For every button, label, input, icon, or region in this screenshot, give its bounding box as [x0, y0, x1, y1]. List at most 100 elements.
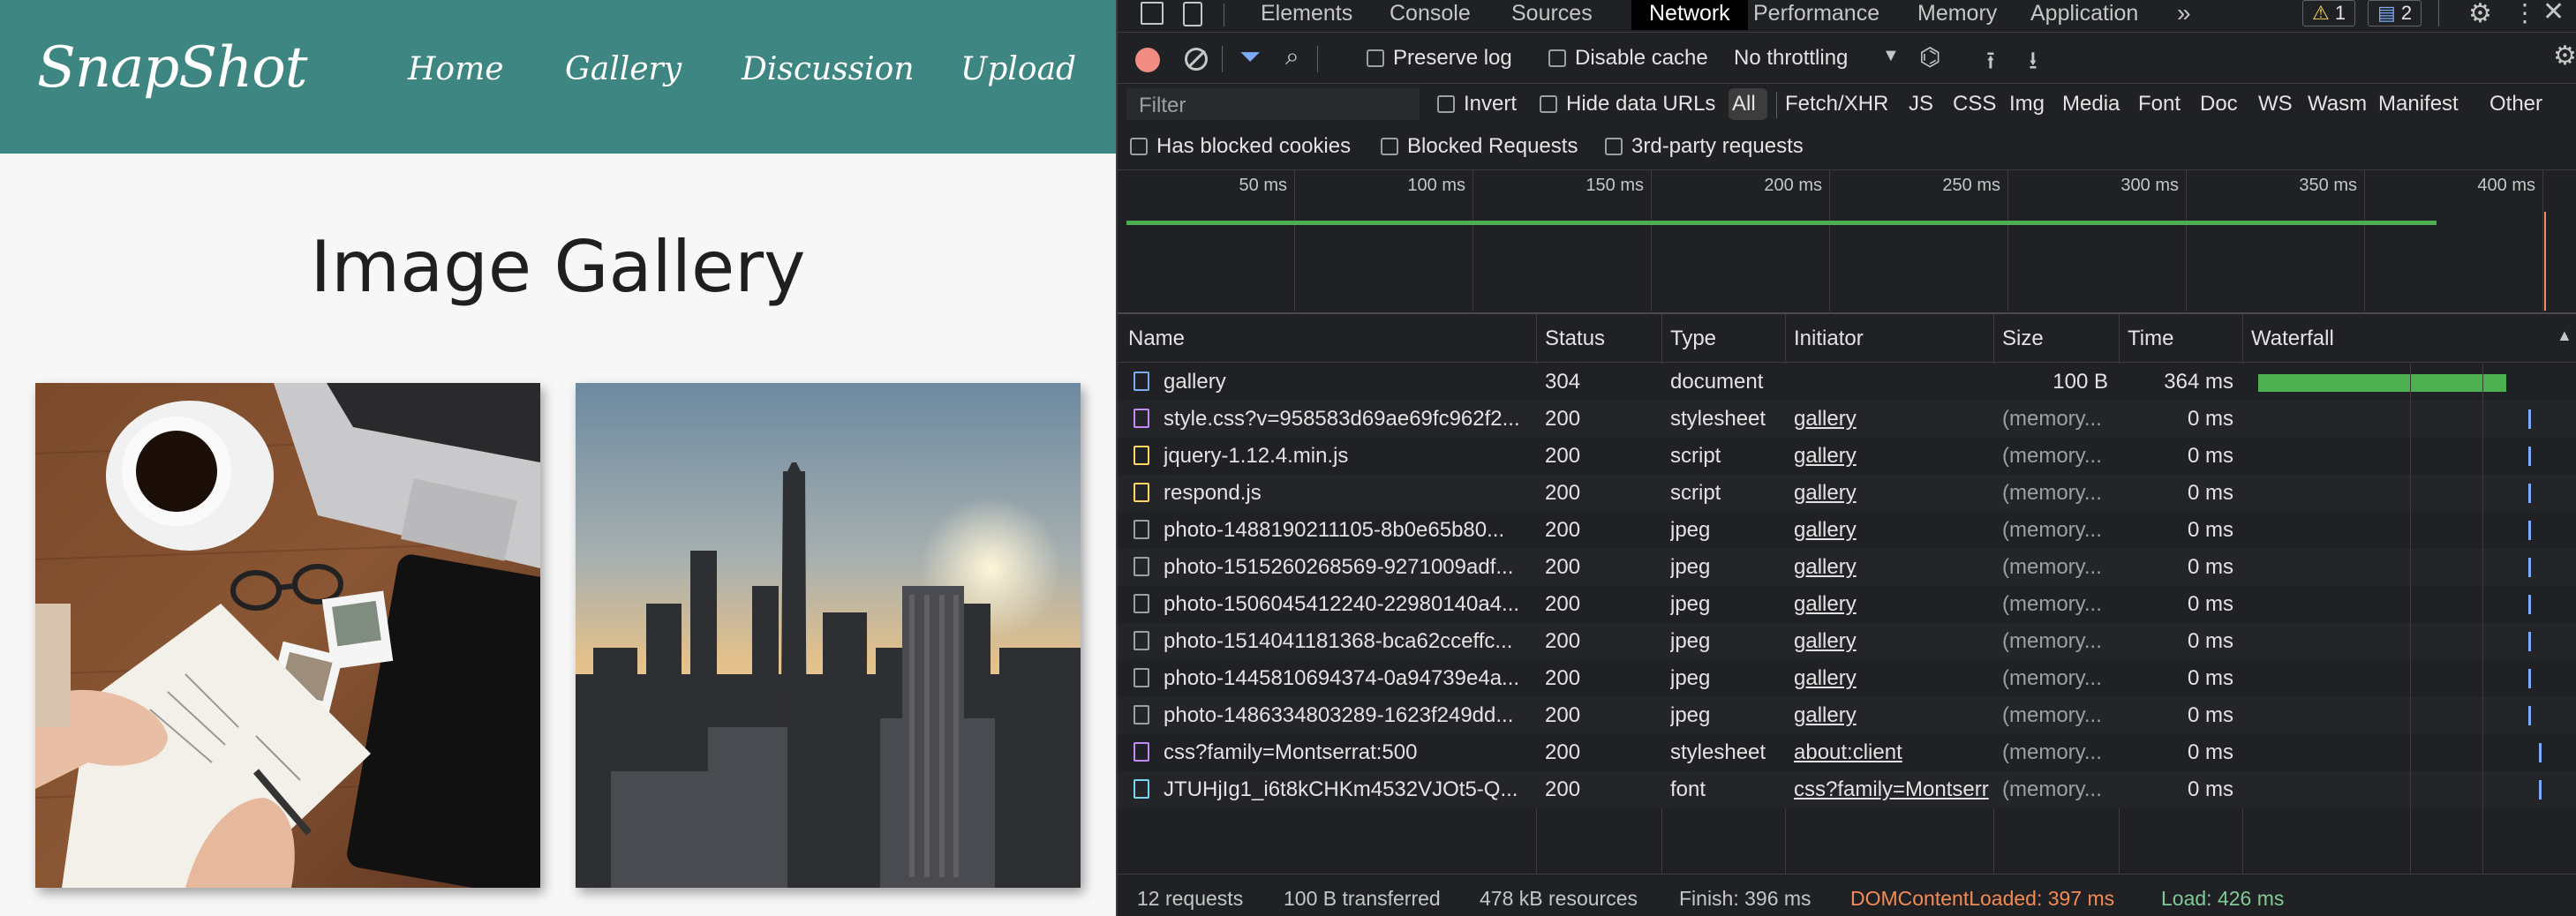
- request-initiator[interactable]: gallery: [1794, 444, 1992, 469]
- table-row[interactable]: photo-1445810694374-0a94739e4a... 200 jpeg…: [1118, 660, 2576, 697]
- filter-type-other[interactable]: Other: [2489, 92, 2542, 116]
- export-har-icon[interactable]: ⭳: [2029, 42, 2037, 85]
- network-settings-gear-icon[interactable]: ⚙: [2553, 41, 2576, 71]
- request-initiator[interactable]: gallery: [1794, 407, 1992, 432]
- throttling-select[interactable]: No throttling: [1734, 46, 1848, 71]
- filter-input[interactable]: Filter: [1126, 88, 1420, 120]
- request-size: (memory...: [2002, 481, 2102, 505]
- filter-type-font[interactable]: Font: [2138, 92, 2181, 116]
- network-conditions-icon[interactable]: ⌬: [1919, 42, 1940, 71]
- preserve-log-checkbox[interactable]: [1367, 49, 1384, 67]
- request-initiator[interactable]: gallery: [1794, 481, 1992, 506]
- request-status: 200: [1545, 703, 1581, 727]
- timeline-tick-label: 100 ms: [1407, 176, 1465, 195]
- timeline-gridline: [2542, 170, 2543, 312]
- tab-elements[interactable]: Elements: [1261, 0, 1352, 30]
- request-status: 200: [1545, 629, 1581, 653]
- network-overview-timeline[interactable]: 50 ms 100 ms 150 ms 200 ms 250 ms 300 ms 350 m…: [1118, 170, 2576, 312]
- blocked-requests-checkbox[interactable]: [1381, 138, 1398, 155]
- nav-upload[interactable]: Upload: [960, 51, 1076, 87]
- tab-network[interactable]: Network: [1631, 0, 1748, 30]
- gallery-image-desk[interactable]: [35, 383, 540, 888]
- footer-finish: Finish: 396 ms: [1679, 887, 1811, 910]
- divider: [1118, 362, 2576, 363]
- disable-cache-checkbox[interactable]: [1548, 49, 1566, 67]
- filter-type-ws[interactable]: WS: [2258, 92, 2293, 116]
- has-blocked-cookies-checkbox[interactable]: [1130, 138, 1148, 155]
- column-time[interactable]: Time: [2128, 327, 2173, 351]
- request-initiator[interactable]: gallery: [1794, 592, 1992, 617]
- import-har-icon[interactable]: ⭱: [1986, 42, 1995, 85]
- invert-checkbox[interactable]: [1437, 95, 1455, 113]
- column-status[interactable]: Status: [1545, 327, 1605, 351]
- site-logo[interactable]: SnapShot: [37, 35, 307, 101]
- request-name: photo-1488190211105-8b0e65b80...: [1164, 518, 1505, 542]
- table-row[interactable]: jquery-1.12.4.min.js 200 script gallery (mem…: [1118, 438, 2576, 475]
- column-size[interactable]: Size: [2002, 327, 2044, 351]
- table-row[interactable]: css?family=Montserrat:500 200 stylesheet ab…: [1118, 734, 2576, 771]
- request-time: 0 ms: [2187, 666, 2233, 690]
- nav-gallery[interactable]: Gallery: [565, 51, 682, 87]
- request-type: jpeg: [1670, 555, 1711, 579]
- filter-type-wasm[interactable]: Wasm: [2308, 92, 2367, 116]
- request-initiator[interactable]: css?family=Montserr: [1794, 777, 1992, 802]
- request-initiator[interactable]: gallery: [1794, 666, 1992, 691]
- tab-performance[interactable]: Performance: [1753, 0, 1879, 30]
- column-waterfall[interactable]: Waterfall: [2251, 327, 2334, 351]
- chevron-down-icon[interactable]: ▼: [1882, 46, 1900, 66]
- tab-sources[interactable]: Sources: [1511, 0, 1593, 30]
- request-initiator[interactable]: gallery: [1794, 703, 1992, 728]
- inspect-element-icon[interactable]: [1141, 2, 1164, 25]
- search-icon[interactable]: ⌕: [1285, 42, 1299, 71]
- filter-funnel-icon[interactable]: ⏷: [1239, 42, 1261, 72]
- site-header: SnapShot Home Gallery Discussion Upload: [0, 0, 1116, 154]
- table-row[interactable]: photo-1514041181368-bca62cceffc... 200 jpe…: [1118, 623, 2576, 660]
- invert-label: Invert: [1464, 92, 1518, 116]
- table-row[interactable]: respond.js 200 script gallery (memory... 0 ms: [1118, 475, 2576, 512]
- request-initiator[interactable]: gallery: [1794, 629, 1992, 654]
- tab-memory[interactable]: Memory: [1917, 0, 1997, 30]
- clear-icon[interactable]: [1185, 48, 1208, 71]
- column-initiator[interactable]: Initiator: [1794, 327, 1864, 351]
- filter-type-css[interactable]: CSS: [1953, 92, 1996, 116]
- filter-type-doc[interactable]: Doc: [2200, 92, 2238, 116]
- table-row[interactable]: style.css?v=958583d69ae69fc962f2... 200 st…: [1118, 401, 2576, 438]
- request-initiator[interactable]: gallery: [1794, 555, 1992, 580]
- tab-application[interactable]: Application: [2030, 0, 2138, 30]
- settings-gear-icon[interactable]: ⚙: [2468, 0, 2492, 29]
- has-blocked-cookies-label: Has blocked cookies: [1156, 134, 1352, 158]
- table-row[interactable]: JTUHjIg1_i6t8kCHKm4532VJOt5-Q... 200 font c…: [1118, 771, 2576, 808]
- table-row[interactable]: photo-1506045412240-22980140a4... 200 jpeg…: [1118, 586, 2576, 623]
- request-initiator[interactable]: about:client: [1794, 740, 1992, 765]
- filter-type-img[interactable]: Img: [2009, 92, 2045, 116]
- device-toolbar-icon[interactable]: [1183, 2, 1202, 26]
- table-row[interactable]: photo-1488190211105-8b0e65b80... 200 jpeg g…: [1118, 512, 2576, 549]
- nav-discussion[interactable]: Discussion: [742, 51, 915, 87]
- column-type[interactable]: Type: [1670, 327, 1716, 351]
- hide-data-urls-checkbox[interactable]: [1540, 95, 1557, 113]
- close-icon[interactable]: ✕: [2542, 0, 2565, 27]
- filter-type-manifest[interactable]: Manifest: [2378, 92, 2459, 116]
- hide-data-urls-label: Hide data URLs: [1566, 92, 1716, 116]
- filter-type-fetch-xhr[interactable]: Fetch/XHR: [1785, 92, 1888, 116]
- request-time: 0 ms: [2187, 555, 2233, 579]
- filter-type-js[interactable]: JS: [1909, 92, 1933, 116]
- messages-badge[interactable]: ▤ 2: [2368, 0, 2422, 26]
- request-initiator[interactable]: gallery: [1794, 518, 1992, 543]
- sort-arrow-icon[interactable]: ▲: [2557, 327, 2572, 345]
- table-row[interactable]: photo-1515260268569-9271009adf... 200 jpeg…: [1118, 549, 2576, 586]
- table-row[interactable]: gallery 304 document 100 B 364 ms: [1118, 364, 2576, 401]
- warnings-badge[interactable]: ⚠ 1: [2302, 0, 2356, 26]
- more-tabs-button[interactable]: »: [2177, 0, 2191, 30]
- more-options-icon[interactable]: ⋮: [2512, 0, 2537, 27]
- column-name[interactable]: Name: [1128, 327, 1185, 351]
- table-row[interactable]: photo-1486334803289-1623f249dd... 200 jpeg…: [1118, 697, 2576, 734]
- record-icon[interactable]: [1135, 48, 1160, 72]
- filter-type-media[interactable]: Media: [2062, 92, 2120, 116]
- script-icon: [1134, 446, 1149, 465]
- filter-type-all[interactable]: All: [1732, 92, 1756, 116]
- tab-console[interactable]: Console: [1390, 0, 1471, 30]
- third-party-requests-checkbox[interactable]: [1605, 138, 1623, 155]
- gallery-image-city[interactable]: [576, 383, 1081, 888]
- nav-home[interactable]: Home: [408, 51, 504, 87]
